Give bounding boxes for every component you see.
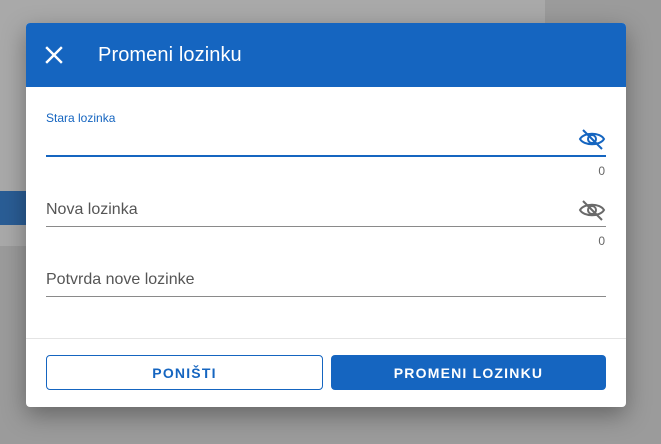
- close-icon: [45, 46, 63, 64]
- old-password-underline: [46, 155, 606, 157]
- old-password-label: Stara lozinka: [46, 111, 116, 125]
- confirm-password-label: Potvrda nove lozinke: [46, 271, 195, 288]
- confirm-password-underline: [46, 296, 606, 297]
- dialog-title: Promeni lozinku: [98, 43, 242, 66]
- close-button[interactable]: [26, 23, 82, 87]
- new-password-underline: [46, 226, 606, 227]
- new-password-field[interactable]: Nova lozinka 0: [46, 195, 606, 251]
- cancel-button[interactable]: PONIŠTI: [46, 355, 323, 390]
- confirm-password-field[interactable]: Potvrda nove lozinke: [46, 265, 606, 301]
- old-password-field[interactable]: Stara lozinka 0: [46, 111, 606, 181]
- change-password-button[interactable]: PROMENI LOZINKU: [331, 355, 606, 390]
- dialog-header: Promeni lozinku: [26, 23, 626, 87]
- eye-slash-icon[interactable]: [578, 127, 606, 151]
- change-password-dialog: Promeni lozinku Stara lozinka 0 Nova loz…: [26, 23, 626, 407]
- background-accent-bar: [0, 191, 26, 225]
- old-password-counter: 0: [598, 164, 605, 178]
- new-password-label: Nova lozinka: [46, 201, 138, 218]
- new-password-counter: 0: [598, 234, 605, 248]
- eye-slash-icon[interactable]: [578, 198, 606, 222]
- actions-divider: [26, 338, 626, 339]
